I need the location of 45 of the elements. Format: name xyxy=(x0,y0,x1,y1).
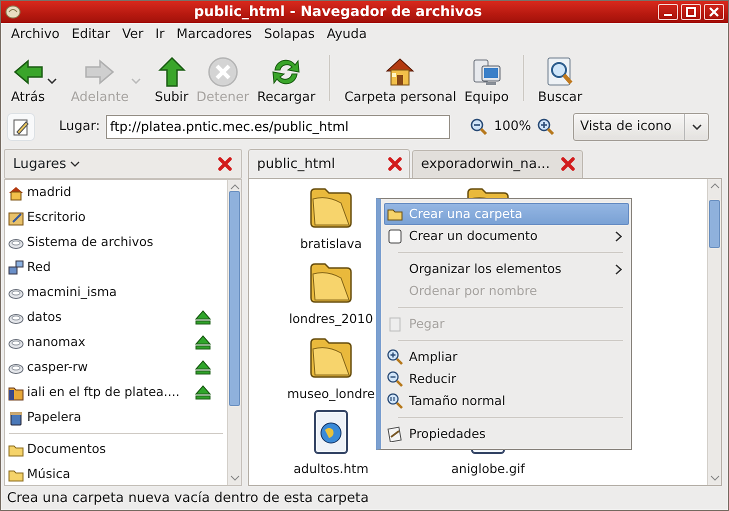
sidebar-item[interactable]: nanomax xyxy=(5,330,227,355)
file-name[interactable]: londres_2010 xyxy=(288,310,374,329)
sidebar-item[interactable]: Música xyxy=(5,462,227,485)
toolbar-button[interactable]: Atrás xyxy=(7,56,67,107)
toolbar-button[interactable]: Carpeta personal xyxy=(340,56,460,107)
sidebar-item[interactable]: iali en el ftp de platea.... xyxy=(5,380,227,405)
menu-item[interactable]: Marcadores xyxy=(170,25,258,45)
menu-item[interactable]: Propiedades xyxy=(384,423,629,445)
toolbar-button[interactable]: Buscar xyxy=(534,56,586,107)
location-label: Lugar: xyxy=(59,118,100,136)
menu-item[interactable]: Ver xyxy=(116,25,150,45)
menu-item[interactable]: Tamaño normal xyxy=(384,390,629,412)
menu-item[interactable]: Editar xyxy=(66,25,116,45)
tab[interactable]: public_html xyxy=(248,149,410,178)
places-dropdown[interactable]: Lugares xyxy=(13,154,80,174)
menu-item[interactable]: Solapas xyxy=(258,25,321,45)
menu-item[interactable]: Ayuda xyxy=(320,25,373,45)
toolbar-button[interactable]: Recargar xyxy=(253,56,320,107)
sidebar-item[interactable]: macmini_isma xyxy=(5,280,227,305)
file-name[interactable]: museo_londre xyxy=(287,385,375,404)
menu-item[interactable]: Reducir xyxy=(384,368,629,390)
sidebar-item[interactable]: madrid xyxy=(5,180,227,205)
menu-item[interactable]: Ampliar xyxy=(384,346,629,368)
toolbar-button[interactable]: Equipo xyxy=(460,56,513,107)
file-name[interactable]: aniglobe.gif xyxy=(451,460,525,479)
menu-item[interactable]: Crear un documento xyxy=(384,225,629,247)
toolbar-button[interactable]: Subir xyxy=(150,56,192,107)
menu-item[interactable]: Archivo xyxy=(5,25,66,45)
sidebar-item[interactable]: Escritorio xyxy=(5,205,227,230)
status-bar-text: Crea una carpeta nueva vacía dentro de esta carpeta xyxy=(6,488,370,508)
view-dropdown[interactable]: Vista de icono xyxy=(573,113,710,141)
menu-item[interactable]: Organizar los elementos xyxy=(384,258,629,280)
menu-item[interactable]: Ir xyxy=(149,25,171,45)
tab[interactable]: exporadorwin_na... xyxy=(412,150,583,178)
sidebar-item[interactable]: Sistema de archivos xyxy=(5,230,227,255)
file-name[interactable]: bratislava xyxy=(300,235,362,254)
location-field[interactable]: ftp://platea.pntic.mec.es/public_html xyxy=(106,115,450,139)
sidebar-item[interactable]: Documentos xyxy=(5,437,227,462)
sidebar-item[interactable]: Red xyxy=(5,255,227,280)
file-name[interactable]: adultos.htm xyxy=(293,460,369,479)
sidebar-item[interactable]: casper-rw xyxy=(5,355,227,380)
window-title: public_html - Navegador de archivos xyxy=(192,2,484,22)
sidebar-item[interactable]: datos xyxy=(5,305,227,330)
zoom-level: 100% xyxy=(494,118,532,136)
sidebar-item[interactable]: Papelera xyxy=(5,405,227,430)
